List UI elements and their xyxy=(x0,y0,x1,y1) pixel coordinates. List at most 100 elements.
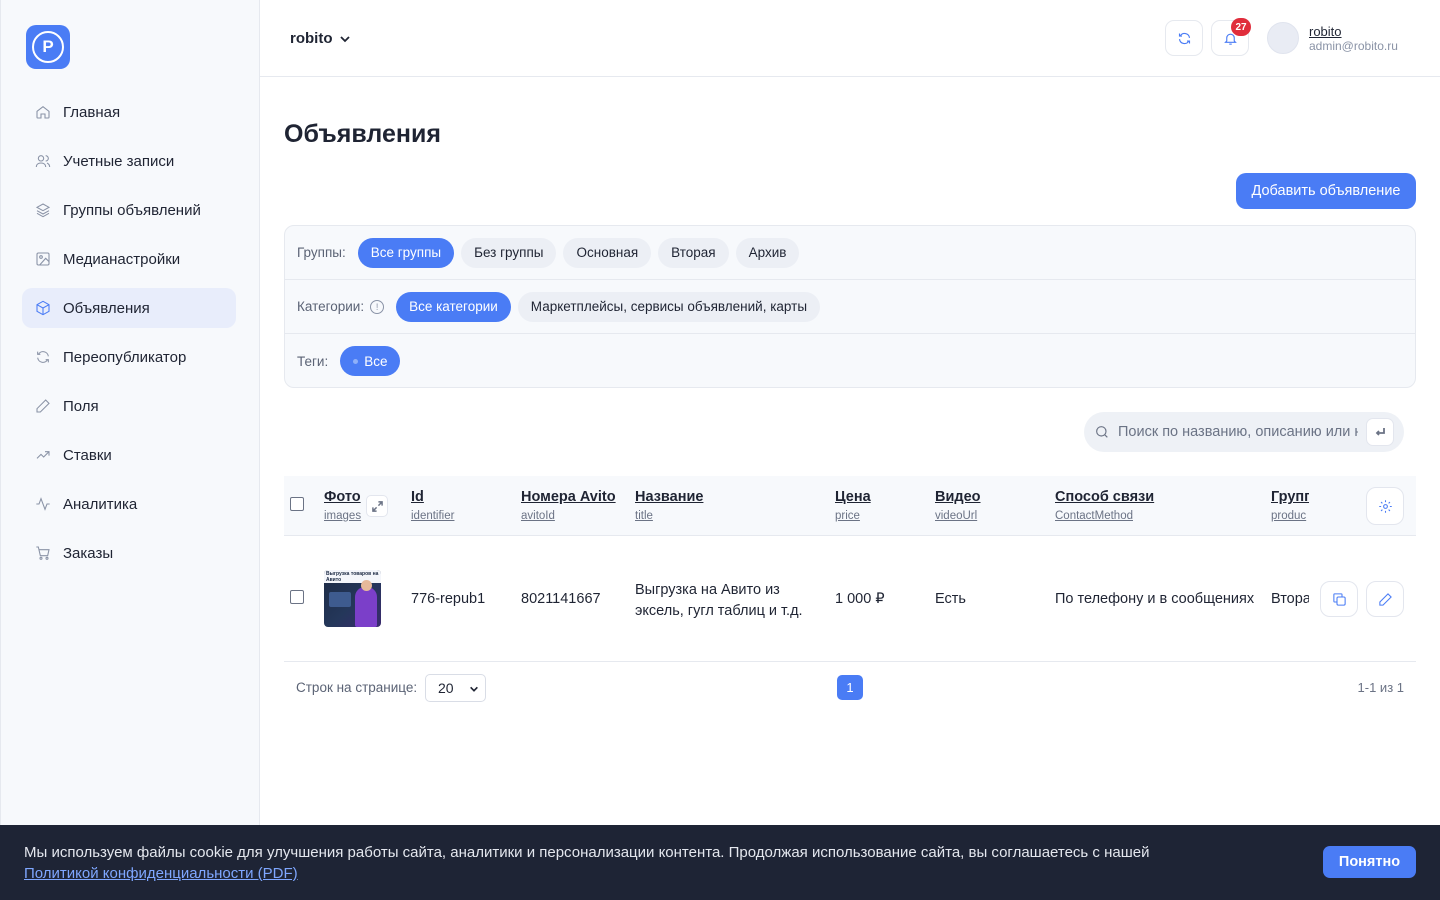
sidebar-item-label: Поля xyxy=(63,397,99,415)
column-key: videoUrl xyxy=(935,510,978,522)
column-title: Фото xyxy=(324,489,361,505)
privacy-policy-link[interactable]: Политикой конфиденциальности (PDF) xyxy=(24,865,298,882)
sidebar-nav: Главная Учетные записи Группы объявлений… xyxy=(22,92,236,582)
search-icon xyxy=(1096,426,1108,438)
expand-icon xyxy=(371,500,383,512)
sidebar-item-label: Группы объявлений xyxy=(63,201,201,219)
categories-filter-label: Категории: ! xyxy=(297,299,385,314)
column-key: produc xyxy=(1271,510,1307,522)
select-all-checkbox[interactable] xyxy=(290,497,304,511)
rows-per-page-label: Строк на странице: xyxy=(296,680,418,695)
sidebar-item-ad-groups[interactable]: Группы объявлений xyxy=(22,190,236,230)
sidebar-item-label: Заказы xyxy=(63,544,114,562)
chip-no-group[interactable]: Без группы xyxy=(461,237,557,268)
sidebar-item-label: Аналитика xyxy=(63,495,138,513)
column-header-video[interactable]: Видео videoUrl xyxy=(935,489,981,522)
sidebar-item-analytics[interactable]: Аналитика xyxy=(22,484,236,524)
column-header-contact-method[interactable]: Способ связи ContactMethod xyxy=(1055,489,1154,522)
chip-second-group[interactable]: Вторая xyxy=(658,237,729,268)
column-header-title[interactable]: Название title xyxy=(635,489,703,522)
thumbnail-person xyxy=(355,587,377,627)
notifications-button[interactable]: 27 xyxy=(1211,18,1251,56)
add-ad-button[interactable]: Добавить объявление xyxy=(1236,173,1416,209)
pencil-icon xyxy=(35,398,51,414)
groups-label-text: Группы: xyxy=(297,245,346,260)
expand-photos-button[interactable] xyxy=(366,495,388,517)
sidebar-item-fields[interactable]: Поля xyxy=(22,386,236,426)
tags-filter-label: Теги: xyxy=(297,354,328,369)
cookie-banner: Мы используем файлы cookie для улучшения… xyxy=(0,825,1440,900)
avatar[interactable] xyxy=(1267,22,1299,54)
column-title: Id xyxy=(411,489,424,505)
chevron-down-icon xyxy=(339,35,350,42)
sidebar-item-label: Медианастройки xyxy=(63,250,181,268)
rows-per-page-select[interactable]: 20 xyxy=(425,674,486,702)
sidebar-item-accounts[interactable]: Учетные записи xyxy=(22,141,236,181)
cell-video: Есть xyxy=(935,591,966,607)
column-title: Номера Avito xyxy=(521,489,616,505)
groups-filter-label: Группы: xyxy=(297,245,346,260)
sidebar-item-bids[interactable]: Ставки xyxy=(22,435,236,475)
ad-photo-thumbnail[interactable]: Выгрузка товаров на Авито xyxy=(324,570,381,627)
refresh-icon xyxy=(1178,32,1190,44)
gear-icon xyxy=(1378,499,1392,513)
app-logo[interactable]: P xyxy=(26,25,70,69)
sidebar-item-republisher[interactable]: Переопубликатор xyxy=(22,337,236,377)
chip-category-marketplaces[interactable]: Маркетплейсы, сервисы объявлений, карты xyxy=(517,291,821,322)
column-title: Цена xyxy=(835,489,871,505)
cookie-accept-button[interactable]: Понятно xyxy=(1323,846,1416,878)
cookie-text: Мы используем файлы cookie для улучшения… xyxy=(24,842,1224,884)
home-icon xyxy=(35,104,51,120)
sidebar-item-home[interactable]: Главная xyxy=(22,92,236,132)
chip-main-group[interactable]: Основная xyxy=(563,237,652,268)
pagination: Строк на странице: 20 1 1-1 из 1 xyxy=(284,662,1416,714)
tag-dot-icon xyxy=(353,358,359,364)
copy-button[interactable] xyxy=(1320,581,1358,617)
cell-avito-number: 8021141667 xyxy=(521,591,601,607)
column-title: Название xyxy=(635,489,704,505)
page-button-current[interactable]: 1 xyxy=(837,675,863,700)
column-key: avitoId xyxy=(521,510,555,522)
logo-mark: P xyxy=(32,31,64,63)
workspace-switcher[interactable]: robito xyxy=(290,30,351,47)
cart-icon xyxy=(35,545,51,561)
column-header-id[interactable]: Id identifier xyxy=(411,489,454,522)
sidebar: P Главная Учетные записи Группы объявлен… xyxy=(0,0,260,900)
chip-all-tags[interactable]: Все xyxy=(340,346,401,376)
sync-button[interactable] xyxy=(1165,20,1203,56)
cell-group: Вторая xyxy=(1271,591,1309,607)
search-submit-button[interactable] xyxy=(1366,418,1394,446)
chip-all-categories[interactable]: Все категории xyxy=(396,291,511,322)
chip-all-groups[interactable]: Все группы xyxy=(357,237,455,268)
chip-archive-group[interactable]: Архив xyxy=(735,237,800,268)
column-title: Способ связи xyxy=(1055,489,1155,505)
search-input[interactable] xyxy=(1118,424,1358,440)
enter-icon xyxy=(1375,428,1385,436)
sidebar-item-ads[interactable]: Объявления xyxy=(22,288,236,328)
edit-button[interactable] xyxy=(1366,581,1404,617)
cookie-message: Мы используем файлы cookie для улучшения… xyxy=(24,844,1150,861)
filters-panel: Группы: Все группы Без группы Основная В… xyxy=(284,225,1416,388)
cell-title: Выгрузка на Авито из эксель, гугл таблиц… xyxy=(635,582,803,619)
column-title: Групп xyxy=(1271,489,1309,505)
row-checkbox[interactable] xyxy=(290,590,304,604)
sidebar-item-orders[interactable]: Заказы xyxy=(22,533,236,573)
users-icon xyxy=(35,153,51,169)
cell-price: 1 000 ₽ xyxy=(835,591,885,607)
sidebar-item-media-settings[interactable]: Медианастройки xyxy=(22,239,236,279)
layers-icon xyxy=(35,202,51,218)
categories-filter-row: Категории: ! Все категории Маркетплейсы,… xyxy=(285,280,1415,334)
column-header-photo[interactable]: Фото images xyxy=(324,489,361,522)
page-title: Объявления xyxy=(284,120,441,148)
trending-up-icon xyxy=(35,447,51,463)
column-header-price[interactable]: Цена price xyxy=(835,489,871,522)
user-name-link[interactable]: robito xyxy=(1309,24,1342,39)
sidebar-item-label: Переопубликатор xyxy=(63,348,187,366)
info-icon[interactable]: ! xyxy=(370,299,385,314)
pencil-icon xyxy=(1378,592,1392,606)
column-header-group[interactable]: Групп produc xyxy=(1271,489,1309,522)
notifications-badge: 27 xyxy=(1231,18,1251,36)
table-row[interactable]: Выгрузка товаров на Авито 776-repub1 802… xyxy=(284,537,1416,662)
column-header-avito-numbers[interactable]: Номера Avito avitoId xyxy=(521,489,616,522)
table-settings-button[interactable] xyxy=(1366,487,1404,525)
